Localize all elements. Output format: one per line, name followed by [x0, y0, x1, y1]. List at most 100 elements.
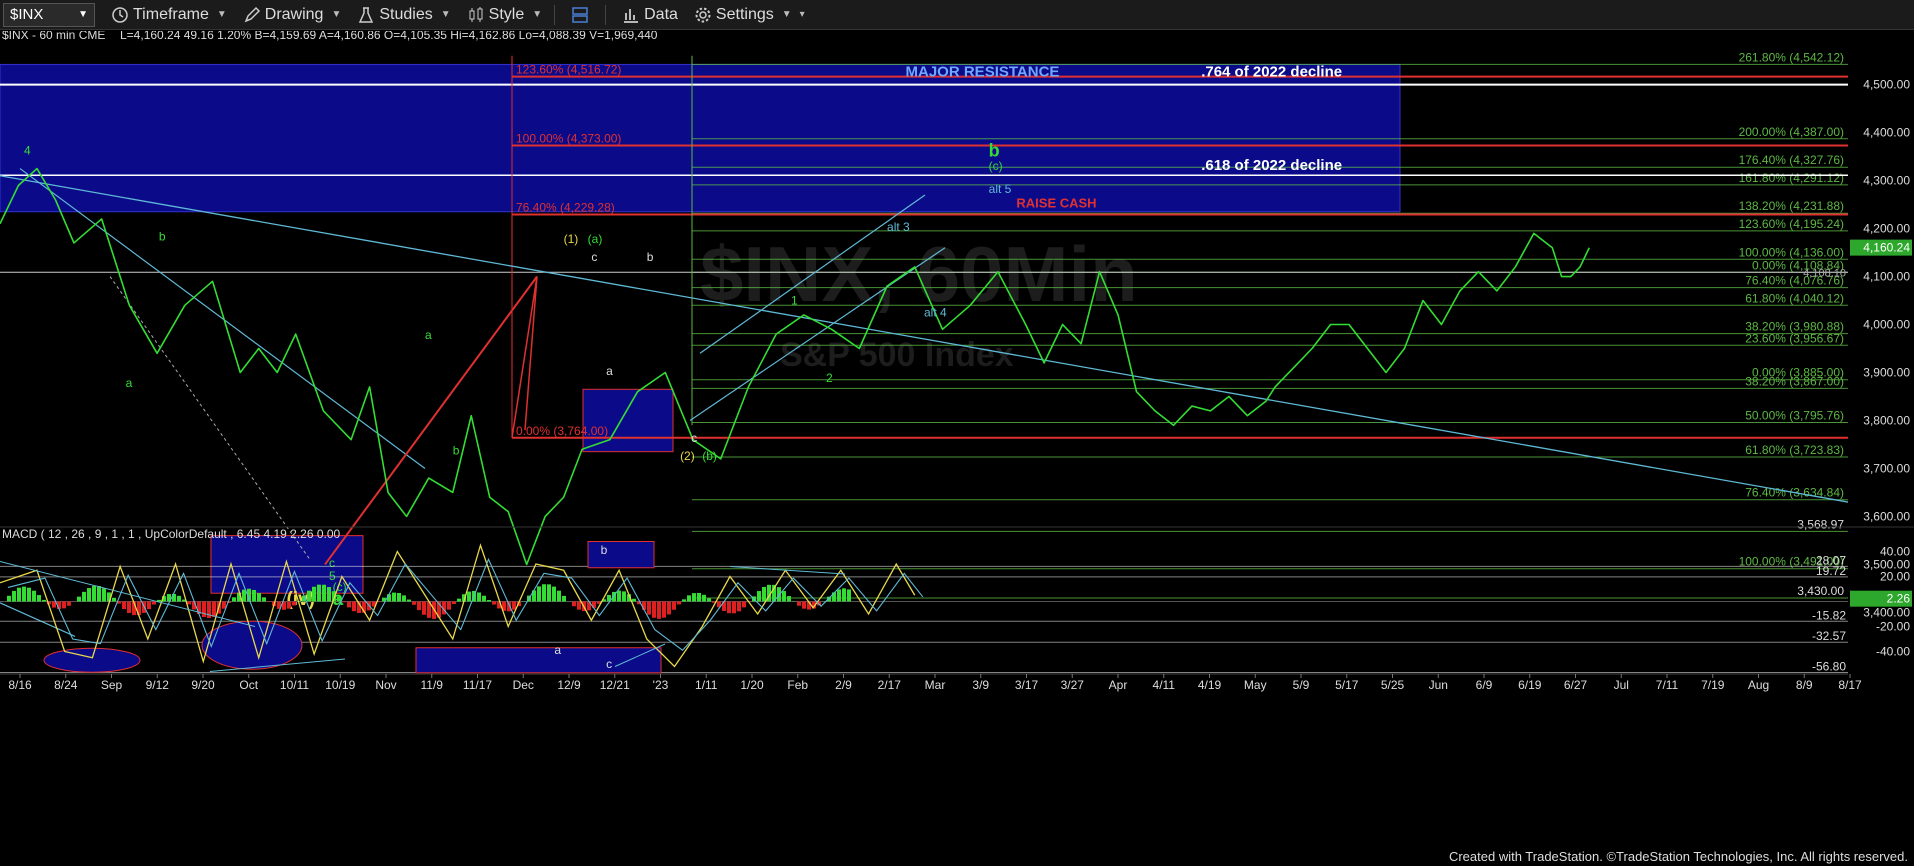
- macd-title: MACD ( 12 , 26 , 9 , 1 , 1 , UpColorDefa…: [2, 527, 341, 541]
- fib-level-label: 261.80% (4,542.12): [1739, 50, 1844, 64]
- macd-histogram-bar: [557, 590, 561, 602]
- macd-histogram-bar: [657, 601, 661, 619]
- studies-label: Studies: [379, 5, 433, 23]
- settings-menu[interactable]: Settings ▼ ▾: [694, 6, 805, 24]
- layout-icon: [572, 6, 588, 23]
- time-tick-label: 10/11: [280, 678, 309, 692]
- macd-histogram-bar: [112, 597, 116, 602]
- macd-level-label: -56.80: [1812, 660, 1846, 674]
- chevron-down-icon: ▼: [440, 9, 451, 20]
- macd-histogram-bar: [707, 598, 711, 602]
- time-tick-label: 3/27: [1061, 678, 1085, 692]
- trendline-descending: [0, 175, 1849, 503]
- wave-2-box: [582, 388, 674, 453]
- macd-histogram-bar: [257, 593, 261, 602]
- time-tick-label: 1/20: [740, 678, 764, 692]
- macd-histogram-bar: [337, 596, 341, 602]
- wave-annotation: (2): [680, 449, 695, 463]
- fib-level-label: 161.80% (4,291.12): [1739, 171, 1844, 185]
- price-tick-label: 3,700.00: [1863, 461, 1910, 475]
- symbol-input[interactable]: $INX ▼: [3, 2, 95, 27]
- macd-histogram-bar: [342, 601, 346, 603]
- macd-histogram-bar: [757, 591, 761, 602]
- macd-histogram-bar: [742, 601, 746, 608]
- macd-histogram-bar: [662, 601, 666, 618]
- chevron-down-icon: ▼: [331, 9, 342, 20]
- time-tick-label: Nov: [375, 678, 396, 692]
- time-tick-label: Jun: [1429, 678, 1448, 692]
- macd-histogram-bar: [312, 586, 316, 602]
- wave-annotation: 5: [329, 569, 336, 583]
- impulse-line: [511, 276, 538, 438]
- wave-annotation: 4: [24, 144, 31, 158]
- fib-level-label: 61.80% (3,723.83): [1745, 443, 1844, 457]
- data-menu[interactable]: Data: [622, 6, 678, 24]
- macd-histogram-bar: [82, 591, 86, 602]
- fib-level-label: 200.00% (4,387.00): [1739, 125, 1844, 139]
- macd-histogram-bar: [477, 592, 481, 602]
- macd-histogram-bar: [672, 601, 676, 610]
- fib-red-level-label: 123.60% (4,516.72): [516, 63, 621, 77]
- macd-histogram-bar: [102, 588, 106, 602]
- overflow-caret-icon[interactable]: ▾: [800, 9, 805, 20]
- macd-histogram-bar: [542, 584, 546, 602]
- wave-annotation: MAJOR RESISTANCE: [906, 63, 1060, 80]
- wave-annotation: b: [989, 141, 1000, 161]
- macd-wave-label: c: [606, 657, 612, 671]
- macd-level-label: -15.82: [1812, 608, 1846, 622]
- macd-divergence-ellipse: [201, 620, 303, 670]
- macd-histogram-bar: [782, 591, 786, 602]
- chevron-down-icon[interactable]: ▼: [78, 9, 88, 20]
- macd-histogram-bar: [677, 601, 681, 605]
- macd-histogram-bar: [487, 600, 491, 602]
- wave-annotation: alt 5: [989, 182, 1012, 196]
- timeframe-menu[interactable]: Timeframe ▼: [111, 6, 227, 24]
- bar-chart-icon: [624, 8, 639, 23]
- price-tick-label: 4,200.00: [1863, 222, 1910, 236]
- macd-histogram-bar: [687, 595, 691, 602]
- macd-histogram-bar: [702, 594, 706, 602]
- layout-button[interactable]: [571, 6, 593, 24]
- wave-annotation: (b): [702, 449, 717, 463]
- macd-histogram-bar: [202, 601, 206, 618]
- watermark-subtitle: S&P 500 Index: [780, 336, 1014, 374]
- time-tick-label: 3/9: [972, 678, 989, 692]
- time-tick-label: 2/17: [878, 678, 902, 692]
- style-label: Style: [488, 5, 525, 23]
- style-menu[interactable]: Style ▼: [467, 6, 542, 24]
- macd-histogram-bar: [837, 589, 841, 602]
- macd-current-label: 2.26: [1887, 592, 1911, 606]
- wave-annotation: (a): [588, 232, 603, 246]
- chevron-down-icon: ▼: [781, 9, 792, 20]
- data-label: Data: [644, 5, 678, 23]
- chevron-down-icon: ▼: [532, 9, 543, 20]
- last-price-label: 4,160.24: [1863, 241, 1910, 255]
- macd-histogram-bar: [232, 597, 236, 602]
- time-tick-label: Aug: [1748, 678, 1769, 692]
- time-tick-label: Jul: [1614, 678, 1629, 692]
- wave-annotation: 2: [826, 371, 833, 385]
- wave-annotation: 1: [791, 293, 798, 307]
- macd-histogram-bar: [577, 601, 581, 610]
- macd-histogram-bar: [667, 601, 671, 615]
- fib-level-label: 123.60% (4,195.24): [1739, 217, 1844, 231]
- time-tick-label: 12/21: [600, 678, 630, 692]
- macd-histogram-bar: [307, 590, 311, 602]
- chart-area[interactable]: $INX - 60 min CME L=4,160.24 49.16 1.20% …: [0, 31, 1914, 866]
- macd-histogram-bar: [212, 601, 216, 617]
- time-tick-label: '23: [653, 678, 669, 692]
- price-tick-label: 4,500.00: [1863, 78, 1910, 92]
- gear-icon: [695, 7, 711, 22]
- macd-histogram-bar: [692, 593, 696, 602]
- macd-histogram-bar: [647, 601, 651, 615]
- macd-histogram-bar: [797, 601, 801, 606]
- studies-menu[interactable]: Studies ▼: [357, 5, 451, 24]
- time-tick-label: Sep: [101, 678, 123, 692]
- wave-annotation: alt 4: [924, 305, 947, 319]
- drawing-menu[interactable]: Drawing ▼: [243, 6, 342, 24]
- macd-tick-label: 40.00: [1880, 545, 1910, 559]
- macd-tick-label: 20.00: [1880, 570, 1910, 584]
- wave-annotation: c: [691, 431, 697, 445]
- macd-tick-label: -40.00: [1876, 645, 1910, 659]
- macd-histogram-bar: [242, 589, 246, 602]
